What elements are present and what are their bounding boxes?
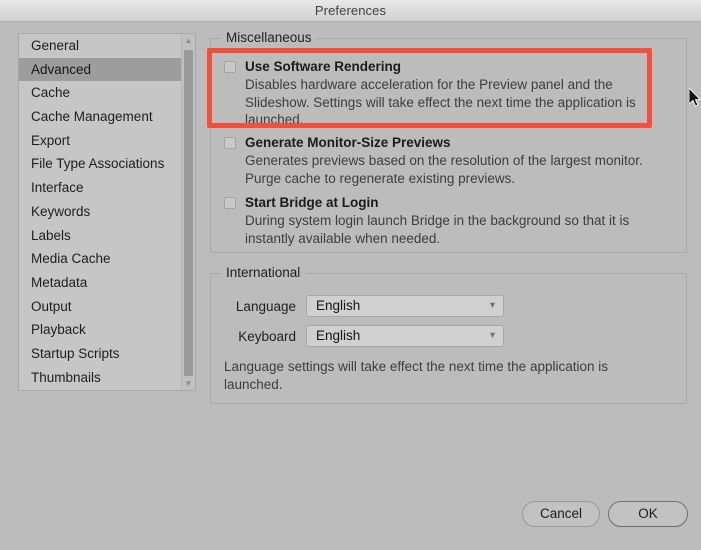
option-start-bridge-at-login[interactable]: Start Bridge at Login During system logi… (224, 194, 664, 247)
option-row: Use Software Rendering (224, 58, 664, 75)
language-dropdown-value: English (316, 298, 361, 313)
sidebar-item-advanced[interactable]: Advanced (19, 57, 182, 82)
option-row: Start Bridge at Login (224, 194, 664, 211)
option-label-start-bridge-at-login[interactable]: Start Bridge at Login (245, 194, 379, 211)
category-list[interactable]: General Advanced Cache Cache Management … (18, 33, 196, 391)
checkbox-start-bridge-at-login[interactable] (224, 197, 236, 209)
sidebar-item-file-type-associations[interactable]: File Type Associations (19, 152, 182, 176)
sidebar-item-playback[interactable]: Playback (19, 318, 182, 342)
option-generate-monitor-size-previews[interactable]: Generate Monitor-Size Previews Generates… (224, 134, 664, 187)
option-label-use-software-rendering[interactable]: Use Software Rendering (245, 58, 401, 75)
option-label-generate-monitor-size-previews[interactable]: Generate Monitor-Size Previews (245, 134, 451, 151)
sidebar-item-keywords[interactable]: Keywords (19, 200, 182, 224)
sidebar-item-interface[interactable]: Interface (19, 176, 182, 200)
sidebar-item-cache[interactable]: Cache (19, 81, 182, 105)
option-use-software-rendering[interactable]: Use Software Rendering Disables hardware… (224, 58, 664, 129)
chevron-down-icon[interactable]: ▼ (182, 377, 195, 390)
mouse-cursor-icon (689, 88, 701, 107)
preferences-dialog: Preferences General Advanced Cache Cache… (0, 0, 701, 550)
keyboard-label: Keyboard (238, 328, 296, 344)
checkbox-generate-monitor-size-previews[interactable] (224, 137, 236, 149)
ok-button[interactable]: OK (608, 501, 688, 527)
miscellaneous-group-title: Miscellaneous (221, 30, 317, 45)
sidebar-item-startup-scripts[interactable]: Startup Scripts (19, 342, 182, 366)
option-description-generate-monitor-size-previews: Generates previews based on the resoluti… (245, 153, 643, 186)
miscellaneous-group: Miscellaneous Use Software Rendering Dis… (210, 30, 687, 253)
keyboard-dropdown[interactable]: English ▾ (306, 325, 504, 347)
option-row: Generate Monitor-Size Previews (224, 134, 664, 151)
language-label: Language (235, 298, 296, 314)
sidebar-scrollbar-thumb[interactable] (184, 50, 193, 376)
chevron-down-icon: ▾ (489, 300, 495, 311)
sidebar-item-labels[interactable]: Labels (19, 224, 182, 248)
sidebar-item-output[interactable]: Output (19, 295, 182, 319)
sidebar-item-export[interactable]: Export (19, 129, 182, 153)
sidebar-item-cache-management[interactable]: Cache Management (19, 105, 182, 129)
cancel-button[interactable]: Cancel (522, 501, 600, 527)
chevron-up-icon[interactable]: ▲ (182, 34, 195, 47)
language-dropdown[interactable]: English ▾ (306, 295, 504, 317)
sidebar-item-metadata[interactable]: Metadata (19, 271, 182, 295)
sidebar-item-thumbnails[interactable]: Thumbnails (19, 366, 182, 390)
international-note: Language settings will take effect the n… (224, 359, 608, 392)
category-list-items: General Advanced Cache Cache Management … (19, 34, 182, 389)
language-row: Language English ▾ (224, 295, 504, 317)
sidebar-item-media-cache[interactable]: Media Cache (19, 247, 182, 271)
title-bar: Preferences (0, 0, 701, 22)
checkbox-use-software-rendering[interactable] (224, 61, 236, 73)
option-description-start-bridge-at-login: During system login launch Bridge in the… (245, 213, 630, 246)
chevron-down-icon: ▾ (489, 330, 495, 341)
sidebar-scrollbar[interactable]: ▲ ▼ (181, 34, 195, 390)
option-description-use-software-rendering: Disables hardware acceleration for the P… (245, 77, 636, 127)
keyboard-row: Keyboard English ▾ (224, 325, 504, 347)
international-group: International Language English ▾ Keyboar… (210, 265, 687, 404)
keyboard-dropdown-value: English (316, 328, 361, 343)
window-title: Preferences (314, 3, 387, 18)
sidebar-item-general[interactable]: General (19, 34, 182, 58)
international-group-title: International (221, 265, 306, 280)
